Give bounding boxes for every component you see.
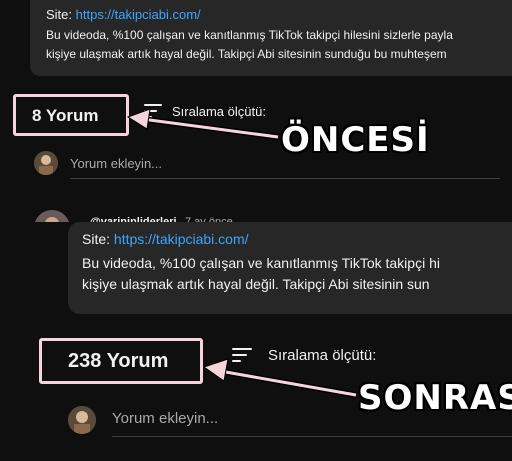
after-desc-line-1: Bu videoda, %100 çalışan ve kanıtlanmış … [82,255,440,271]
before-site-label: Site: [46,7,73,22]
after-site-label: Site: [82,231,111,247]
before-add-comment-input[interactable]: Yorum ekleyin... [70,156,162,171]
after-site-line: Site: https://takipciabi.com/ [82,230,249,248]
before-comment-count: 8 Yorum [32,106,99,125]
before-comment-count-highlight: 8 Yorum [13,94,129,136]
after-input-underline [112,436,512,437]
before-input-underline [70,178,500,179]
avatar-image-icon [34,151,58,175]
before-site-line: Site: https://takipciabi.com/ [46,6,201,24]
before-site-link[interactable]: https://takipciabi.com/ [76,7,201,22]
before-user-avatar [34,151,58,175]
before-desc-line-1: Bu videoda, %100 çalışan ve kanıtlanmış … [46,28,453,42]
after-comment-count: 238 Yorum [68,350,169,372]
before-description-card: Site: https://takipciabi.com/ Bu videoda… [30,0,512,76]
after-comment-count-highlight: 238 Yorum [39,338,203,384]
after-add-comment-input[interactable]: Yorum ekleyin... [112,410,218,427]
after-site-link[interactable]: https://takipciabi.com/ [114,231,249,247]
before-annotation-label: ÖNCESİ [281,120,430,160]
after-annotation-arrow [202,358,357,398]
after-user-avatar [68,406,96,434]
after-desc-line-2: kişiye ulaşmak artık hayal değil. Takipç… [82,276,430,292]
before-desc-line-2: kişiye ulaşmak artık hayal değil. Takipç… [46,47,447,61]
avatar-image-icon [68,406,96,434]
after-annotation-label: SONRASI [358,378,512,418]
before-annotation-arrow [126,108,279,140]
after-description-card: Site: https://takipciabi.com/ Bu videoda… [68,222,512,314]
